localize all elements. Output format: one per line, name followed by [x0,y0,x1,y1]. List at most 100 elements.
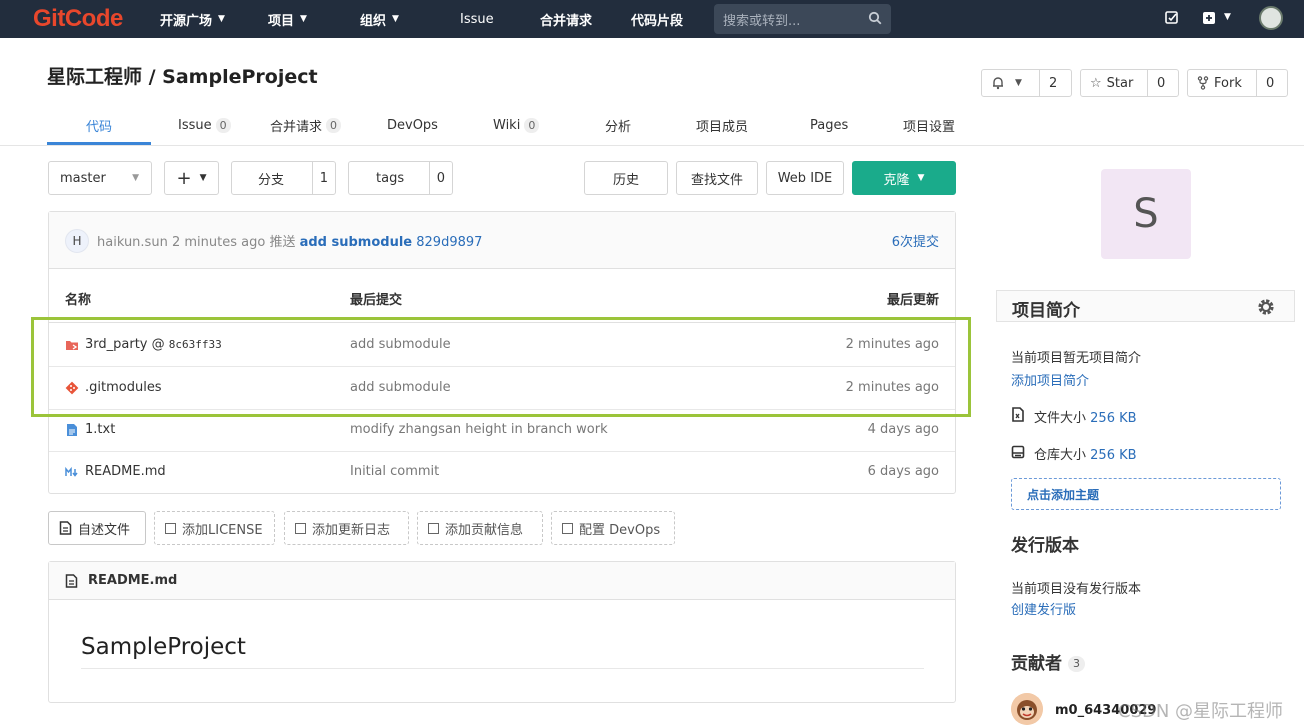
web-ide-button[interactable]: Web IDE [766,161,844,195]
fork-button[interactable]: Fork 0 [1187,69,1288,97]
tab-members[interactable]: 项目成员 [696,104,748,146]
fork-toggle[interactable]: Fork [1188,70,1256,96]
plus-box-icon [428,522,439,534]
active-tab-indicator [47,142,151,145]
tab-analytics[interactable]: 分析 [605,104,631,146]
chevron-down-icon[interactable]: ▼ [1224,12,1231,22]
tab-issue[interactable]: Issue 0 [178,104,231,146]
clone-label: 克隆 [883,172,910,188]
commit-message[interactable]: add submodule [300,235,413,250]
tags-button[interactable]: tags 0 [348,161,453,195]
tab-merge-requests-label: 合并请求 [270,119,323,135]
add-topic-button[interactable]: 点击添加主题 [1011,478,1281,510]
readme-panel: README.md SampleProject [48,561,956,703]
tags-count: 0 [428,162,452,194]
project-title[interactable]: 星际工程师 / SampleProject [47,62,318,89]
file-table-header: 名称 最后提交 最后更新 [49,269,955,323]
setup-devops-label: 配置 DevOps [579,522,661,538]
tab-code[interactable]: 代码 [86,104,112,146]
add-changelog-button[interactable]: 添加更新日志 [284,511,409,545]
gear-icon[interactable] [1256,297,1276,317]
readme-heading: SampleProject [81,634,246,660]
branches-label: 分支 [258,172,285,188]
header-last-update: 最后更新 [886,293,939,308]
fork-label: Fork [1214,75,1242,91]
notification-toggle[interactable]: ▼ [982,70,1039,96]
file-name[interactable]: README.md [85,464,166,479]
plus-square-icon[interactable] [1202,10,1218,26]
edit-icon[interactable] [1164,10,1180,26]
file-icon [65,573,78,588]
repo-size-label: 仓库大小 [1034,448,1087,463]
nav-explore[interactable]: 开源广场 ▼ [160,0,225,38]
nav-snippets[interactable]: 代码片段 [631,0,683,38]
plus-box-icon [562,522,573,534]
nav-groups[interactable]: 组织 ▼ [360,0,399,38]
history-button[interactable]: 历史 [584,161,668,195]
add-license-button[interactable]: 添加LICENSE [154,511,275,545]
table-row[interactable]: README.md Initial commit 6 days ago [49,452,955,494]
file-commit-message[interactable]: Initial commit [350,464,439,479]
chevron-down-icon: ▼ [300,14,307,24]
commit-count-link[interactable]: 6次提交 [892,231,939,250]
tab-wiki-count: 0 [524,117,540,133]
commit-verb: 推送 [269,235,296,250]
user-avatar[interactable] [1259,6,1283,30]
find-file-button[interactable]: 查找文件 [676,161,758,195]
tab-issue-label: Issue [178,117,212,133]
readme-button[interactable]: 自述文件 [48,511,146,545]
nav-projects[interactable]: 项目 ▼ [268,0,307,38]
setup-devops-button[interactable]: 配置 DevOps [551,511,675,545]
branch-select-value: master [60,170,106,186]
file-name[interactable]: 1.txt [85,422,115,437]
header-name: 名称 [65,293,92,308]
intro-text: 当前项目暂无项目简介 [1011,351,1142,366]
add-dropdown-button[interactable]: + ▼ [164,161,219,195]
commit-author[interactable]: haikun.sun [97,235,168,250]
clone-button[interactable]: 克隆 ▼ [852,161,956,195]
release-title: 发行版本 [1011,536,1079,556]
tab-merge-requests[interactable]: 合并请求 0 [270,104,342,146]
branches-button[interactable]: 分支 1 [231,161,336,195]
file-size-label: 文件大小 [1034,411,1087,426]
star-button[interactable]: ☆ Star 0 [1080,69,1179,97]
file-commit-message[interactable]: modify zhangsan height in branch work [350,422,608,437]
notification-button[interactable]: ▼ 2 [981,69,1072,97]
tab-settings[interactable]: 项目设置 [903,104,955,146]
intro-title: 项目简介 [1012,301,1080,321]
tab-devops[interactable]: DevOps [387,104,438,146]
chevron-down-icon: ▼ [1015,78,1022,88]
nav-projects-label: 项目 [268,13,295,29]
branch-select[interactable]: master ▼ [48,161,152,195]
search-icon [868,11,882,25]
star-icon: ☆ [1090,75,1102,91]
author-avatar[interactable]: H [65,229,89,253]
header-last-commit: 最后提交 [350,293,403,308]
tab-pages[interactable]: Pages [810,104,848,146]
chevron-down-icon: ▼ [392,14,399,24]
tab-wiki[interactable]: Wiki 0 [493,104,540,146]
file-size-icon [1012,407,1024,422]
add-intro-link[interactable]: 添加项目简介 [1011,370,1089,389]
tab-merge-requests-count: 0 [326,117,342,133]
readme-filename[interactable]: README.md [88,573,177,588]
star-toggle[interactable]: ☆ Star [1081,70,1147,96]
star-count: 0 [1147,70,1174,96]
add-contributing-label: 添加贡献信息 [445,522,524,538]
commit-sha[interactable]: 829d9897 [416,235,482,250]
nav-issue[interactable]: Issue [460,0,494,38]
search-input[interactable]: 搜索或转到... [714,4,891,34]
file-size-row: 文件大小 256 KB [1034,407,1137,426]
last-commit-info: haikun.sun 2 minutes ago 推送 add submodul… [97,231,482,250]
nav-merge-requests[interactable]: 合并请求 [540,0,592,38]
plus-box-icon [295,522,306,534]
gitcode-logo[interactable]: GitCode [33,4,123,34]
add-contributing-button[interactable]: 添加贡献信息 [417,511,543,545]
add-license-label: 添加LICENSE [182,522,263,538]
fork-count: 0 [1256,70,1283,96]
nav-explore-label: 开源广场 [160,13,213,29]
create-release-link[interactable]: 创建发行版 [1011,599,1076,618]
contributor-avatar[interactable] [1011,693,1043,725]
chevron-down-icon: ▼ [917,173,925,183]
chevron-down-icon: ▼ [218,14,225,24]
